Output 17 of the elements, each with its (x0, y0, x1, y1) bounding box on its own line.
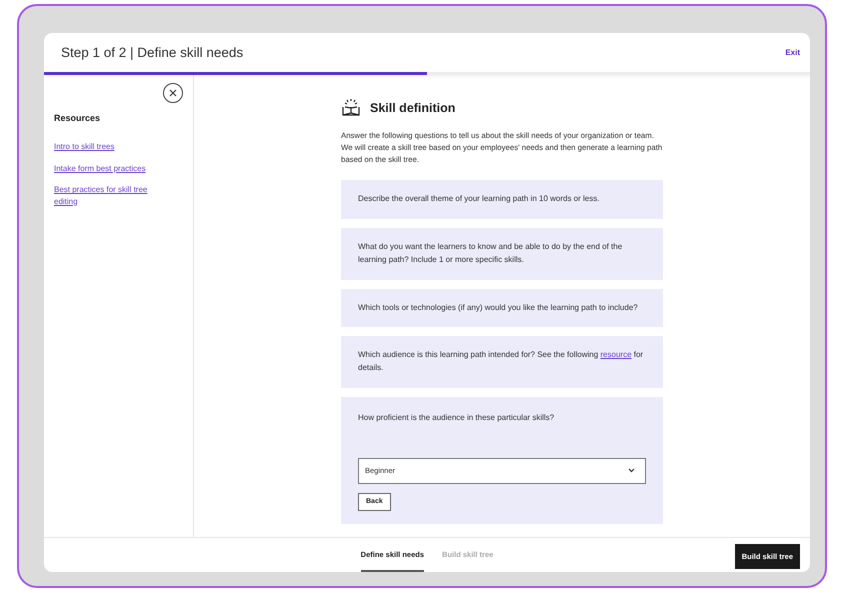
resource-link[interactable]: resource (600, 350, 632, 360)
question-text: How proficient is the audience in these particular skills? (358, 412, 556, 424)
resource-link[interactable]: Intake form best practices (54, 162, 172, 174)
close-icon (169, 89, 177, 97)
section-title: Skill definition (370, 101, 456, 115)
sidebar-heading: Resources (54, 113, 102, 123)
resource-link[interactable]: Intro to skill trees (54, 141, 172, 153)
question-text: What do you want the learners to know and be able to do by the end of the learning path? Include 1 or more specific skills. (358, 241, 624, 266)
question-text: Which tools or technologies (if any) would you like the learning path to include? (358, 302, 639, 314)
open-book-icon (341, 98, 361, 118)
resource-link[interactable]: Best practices for skill tree editing (54, 184, 172, 208)
question-text: Which audience is this learning path intended for? See the following resource for details. (358, 349, 644, 374)
exit-link[interactable]: Exit (785, 48, 800, 57)
question-text: Describe the overall theme of your learning path in 10 words or less. (358, 193, 600, 206)
chevron-down-icon (628, 468, 635, 474)
page-title: Step 1 of 2 | Define skill needs (61, 45, 244, 60)
close-button[interactable] (163, 83, 183, 103)
